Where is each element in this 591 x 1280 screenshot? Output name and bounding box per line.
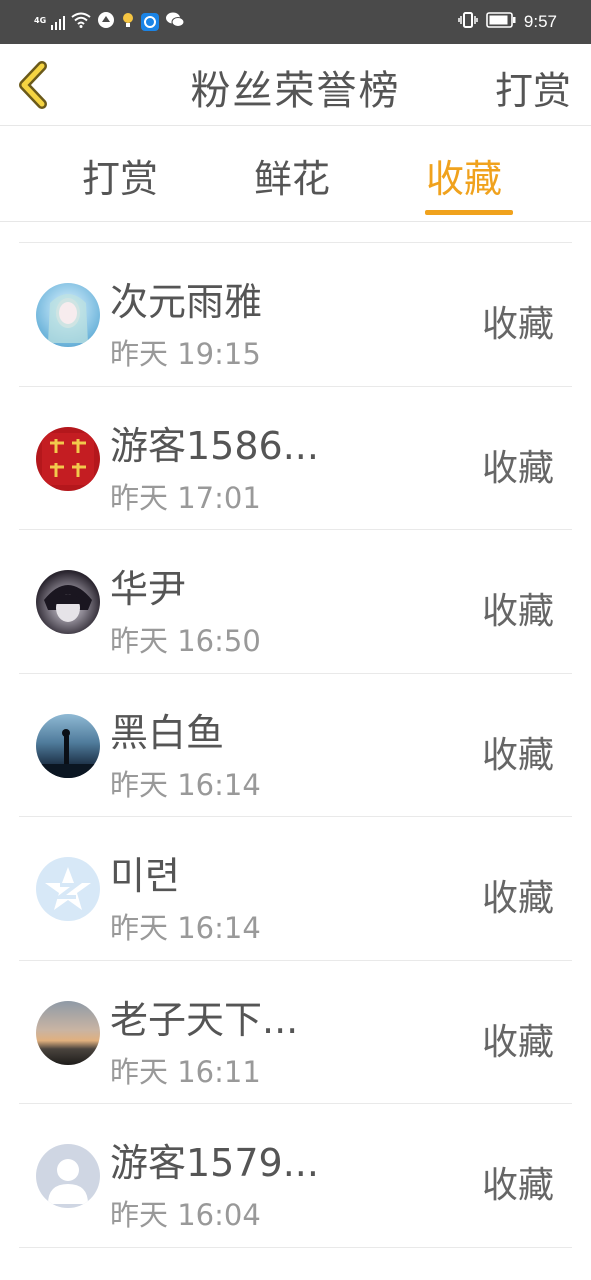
fan-name: 老子天下... — [110, 997, 299, 1042]
action-label: 收藏 — [481, 1165, 554, 1206]
tab-favorites[interactable]: 收藏 — [426, 148, 502, 203]
list-item[interactable]: 黑白鱼 昨天 16:14 收藏 — [19, 674, 572, 817]
action-label: 收藏 — [481, 878, 554, 919]
avatar — [36, 283, 100, 347]
status-bar: 4G 9:57 — [0, 0, 591, 44]
tab-tips[interactable]: 打赏 — [82, 148, 158, 203]
fan-time: 昨天 19:15 — [110, 337, 261, 371]
list-item[interactable]: 老子天下... 昨天 16:11 收藏 — [19, 961, 572, 1104]
list-item[interactable]: 游客1586... 昨天 17:01 收藏 — [19, 387, 572, 530]
fan-time: 昨天 16:50 — [110, 624, 261, 658]
fan-name: 游客1579... — [110, 1141, 319, 1185]
avatar — [36, 1144, 100, 1208]
action-label: 收藏 — [481, 447, 554, 489]
action-label: 收藏 — [481, 304, 554, 345]
fan-time: 昨天 16:04 — [110, 1198, 261, 1232]
avatar — [36, 570, 100, 634]
fan-name: 次元雨雅 — [110, 280, 263, 324]
list-item[interactable]: 미련 昨天 16:14 收藏 — [19, 817, 572, 961]
clock: 9:57 — [523, 12, 557, 31]
signal-icon: 4G — [34, 13, 66, 32]
top-nav-bar: 粉丝荣誉榜 打赏 — [0, 44, 591, 126]
avatar — [36, 426, 100, 491]
avatar — [36, 713, 100, 778]
avatar — [36, 857, 100, 921]
fan-time: 昨天 16:14 — [110, 767, 261, 802]
avatar — [36, 1000, 100, 1065]
action-label: 收藏 — [481, 734, 554, 776]
tab-bar: 打赏 鲜花 收藏 — [0, 126, 591, 222]
battery-icon — [486, 12, 516, 32]
status-icons-left: 4G — [34, 10, 185, 34]
fan-name: 黑白鱼 — [110, 710, 225, 755]
fan-time: 昨天 16:14 — [110, 911, 261, 945]
list-item[interactable]: 华尹 昨天 16:50 收藏 — [19, 530, 572, 674]
fan-name: 미련 — [110, 854, 180, 898]
tip-button[interactable]: 打赏 — [495, 60, 571, 115]
wifi-icon — [71, 12, 91, 32]
app-notification-icon — [97, 11, 115, 33]
lightbulb-icon — [121, 11, 135, 33]
list-item[interactable]: 游客1579... 昨天 16:04 收藏 — [19, 1104, 572, 1248]
tab-flowers[interactable]: 鲜花 — [254, 148, 330, 203]
vibrate-icon — [458, 11, 478, 33]
list-item[interactable]: 次元雨雅 昨天 19:15 收藏 — [19, 243, 572, 387]
action-label: 收藏 — [481, 591, 554, 632]
action-label: 收藏 — [481, 1021, 554, 1063]
fan-list: 次元雨雅 昨天 19:15 收藏 游客1586... 昨天 17:01 收藏 华… — [19, 242, 572, 1248]
fan-name: 华尹 — [110, 567, 187, 611]
wechat-icon — [165, 11, 185, 33]
browser-app-icon — [141, 13, 160, 31]
active-tab-indicator — [425, 210, 513, 215]
network-type: 4G — [34, 15, 47, 25]
fan-time: 昨天 16:11 — [110, 1054, 261, 1089]
status-icons-right: 9:57 — [458, 10, 557, 34]
fan-time: 昨天 17:01 — [110, 480, 261, 515]
fan-name: 游客1586... — [110, 423, 319, 468]
